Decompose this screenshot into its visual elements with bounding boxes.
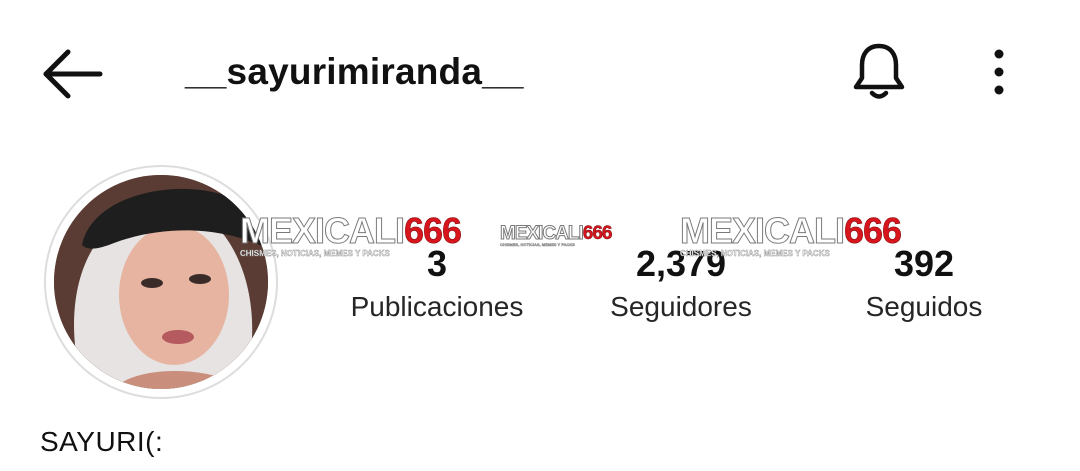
watermark-title-part2: 666 — [582, 223, 613, 244]
profile-display-name: SAYURI(: — [40, 426, 164, 457]
profile-photo — [54, 175, 268, 389]
more-options-icon[interactable] — [982, 48, 1016, 96]
watermark-subtitle: CHISMES, NOTICIAS, MEMES Y PACKS — [680, 249, 830, 258]
watermark-title-part2: 666 — [844, 210, 903, 251]
profile-username: __sayurimiranda__ — [185, 51, 524, 92]
stat-publicaciones[interactable]: 3 Publicaciones — [330, 244, 544, 324]
watermark-title-part1: MEXICALI — [500, 223, 585, 244]
back-arrow-icon[interactable] — [40, 48, 104, 100]
profile-photo-art — [54, 175, 268, 389]
watermark-title-part1: MEXICALI — [679, 210, 845, 251]
watermark-logo: MEXICALI666 CHISMES, NOTICIAS, MEMES Y P… — [679, 210, 903, 258]
stat-label: Seguidos — [865, 291, 983, 322]
profile-avatar[interactable] — [44, 165, 278, 399]
bell-icon[interactable] — [850, 40, 908, 102]
stat-value: 3 — [426, 243, 448, 284]
stat-label: Publicaciones — [350, 291, 524, 322]
stat-label: Seguidores — [610, 291, 752, 322]
